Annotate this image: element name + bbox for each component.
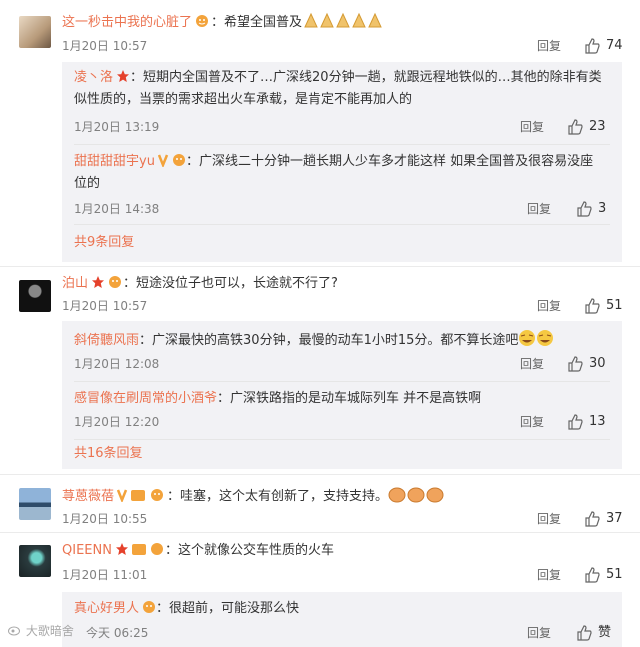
comment-time: 1月20日 10:57 xyxy=(62,299,148,313)
like-button[interactable]: 赞 xyxy=(576,624,611,642)
like-button[interactable]: 30 xyxy=(567,355,606,373)
user-name[interactable]: 泊山 xyxy=(62,276,88,291)
user-name[interactable]: 这一秒击中我的心脏了 xyxy=(62,15,192,30)
thumbs-up-icon xyxy=(585,298,600,314)
reply-time: 1月20日 12:20 xyxy=(74,415,160,429)
reply-button[interactable]: 回复 xyxy=(537,566,561,584)
like-count: 51 xyxy=(606,567,623,582)
thumbs-up-icon xyxy=(585,38,600,54)
reply-text: 广深最快的高铁30分钟，最慢的动车1小时15分。都不算长途吧 xyxy=(152,333,519,348)
comment-text: 哇塞，这个太有创新了，支持支持。 xyxy=(180,489,389,504)
avatar[interactable] xyxy=(19,488,51,520)
reply-time: 今天 06:25 xyxy=(86,626,149,640)
verified-v-icon xyxy=(157,153,186,174)
avatar[interactable] xyxy=(19,16,51,48)
like-count: 赞 xyxy=(598,625,612,640)
reply-button[interactable]: 回复 xyxy=(537,37,561,55)
replies-panel: 真心好男人 ：很超前，可能没那么快 今天 06:25 回复 赞 xyxy=(62,592,622,647)
like-button[interactable]: 13 xyxy=(567,413,606,431)
thumbs-up-icon xyxy=(568,356,583,372)
reply-text-cont: 位的 xyxy=(74,176,101,191)
star-badge-icon xyxy=(116,69,130,90)
replies-panel: 斜倚聽风雨：广深最快的高铁30分钟，最慢的动车1小时15分。都不算长途吧 1月2… xyxy=(62,321,622,469)
laugh-cry-emoji-icon xyxy=(518,329,554,354)
reply-time: 1月20日 13:19 xyxy=(74,120,160,134)
comment-time: 1月20日 10:55 xyxy=(62,512,148,526)
reply-text: 很超前，可能没那么快 xyxy=(169,601,300,616)
like-count: 51 xyxy=(606,298,623,313)
thumbs-up-icon xyxy=(568,414,583,430)
verified-v-icon xyxy=(116,488,167,509)
clap-emoji-icon xyxy=(388,485,444,510)
comment-time: 1月20日 10:57 xyxy=(62,39,148,53)
reply-button[interactable]: 回复 xyxy=(520,118,544,136)
reply-button[interactable]: 回复 xyxy=(527,624,551,642)
reply-button[interactable]: 回复 xyxy=(537,510,561,528)
comment-text: 这个就像公交车性质的火车 xyxy=(177,543,334,558)
like-button[interactable]: 3 xyxy=(576,200,606,218)
like-count: 3 xyxy=(598,201,607,216)
reply-time: 1月20日 12:08 xyxy=(74,357,160,371)
vip-badge-icon xyxy=(142,600,156,621)
comment-text: 希望全国普及 xyxy=(224,15,303,30)
thumbs-up-icon xyxy=(585,511,600,527)
reply-user-name[interactable]: 甜甜甜甜宇yu xyxy=(74,154,155,169)
thumbs-up-icon xyxy=(568,119,583,135)
like-button[interactable]: 51 xyxy=(584,297,623,315)
thumbs-up-icon xyxy=(585,567,600,583)
reply-button[interactable]: 回复 xyxy=(527,200,551,218)
reply-user-name[interactable]: 斜倚聽风雨 xyxy=(74,333,139,348)
replies-panel: 凌丶洛 ：短期内全国普及不了…广深线20分钟一趟，就跟远程地铁似的…其他的除非有类… xyxy=(62,62,622,262)
comment-time: 1月20日 11:01 xyxy=(62,568,148,582)
like-count: 30 xyxy=(589,356,606,371)
like-count: 13 xyxy=(589,414,606,429)
comment-text: 短途没位子也可以，长途就不行了? xyxy=(136,276,338,291)
star-badge-icon xyxy=(115,542,165,563)
avatar[interactable] xyxy=(19,545,51,577)
reply-text: 短期内全国普及不了…广深线20分钟一趟，就跟远程地铁似的…其他的除非有类 xyxy=(143,70,602,85)
like-button[interactable]: 74 xyxy=(584,37,623,55)
pray-emoji-icon xyxy=(302,11,384,36)
reply-text: 广深线二十分钟一趟长期人少车多才能这样 如果全国普及很容易没座 xyxy=(198,154,594,169)
star-badge-icon xyxy=(91,275,123,296)
like-count: 74 xyxy=(606,38,623,53)
thumbs-up-icon xyxy=(577,625,592,641)
thumbs-up-icon xyxy=(577,201,592,217)
avatar[interactable] xyxy=(19,280,51,312)
reply-user-name[interactable]: 凌丶洛 xyxy=(74,70,113,85)
vip-badge-icon xyxy=(195,14,211,35)
watermark: 大歌暗舍 xyxy=(8,622,74,639)
like-button[interactable]: 51 xyxy=(584,566,623,584)
like-button[interactable]: 23 xyxy=(567,118,606,136)
reply-button[interactable]: 回复 xyxy=(520,413,544,431)
more-replies-link[interactable]: 共16条回复 xyxy=(74,445,143,463)
weibo-logo-icon xyxy=(8,626,20,636)
user-name[interactable]: QIEENN xyxy=(62,543,112,558)
reply-time: 1月20日 14:38 xyxy=(74,202,160,216)
reply-user-name[interactable]: 感冒像在刷周常的小酒爷 xyxy=(74,391,217,406)
reply-button[interactable]: 回复 xyxy=(537,297,561,315)
more-replies-link[interactable]: 共9条回复 xyxy=(74,234,134,252)
user-name[interactable]: 荨蒽薇蓓 xyxy=(62,489,114,504)
like-count: 23 xyxy=(589,119,606,134)
watermark-text: 大歌暗舍 xyxy=(25,624,74,638)
like-button[interactable]: 37 xyxy=(584,510,623,528)
reply-text-cont: 似性质的，当票的需求超出火车承载，是肯定不能再加人的 xyxy=(74,92,413,107)
like-count: 37 xyxy=(606,511,623,526)
reply-user-name[interactable]: 真心好男人 xyxy=(74,601,139,616)
reply-text: 广深铁路指的是动车城际列车 并不是高铁啊 xyxy=(230,391,482,406)
reply-button[interactable]: 回复 xyxy=(520,355,544,373)
